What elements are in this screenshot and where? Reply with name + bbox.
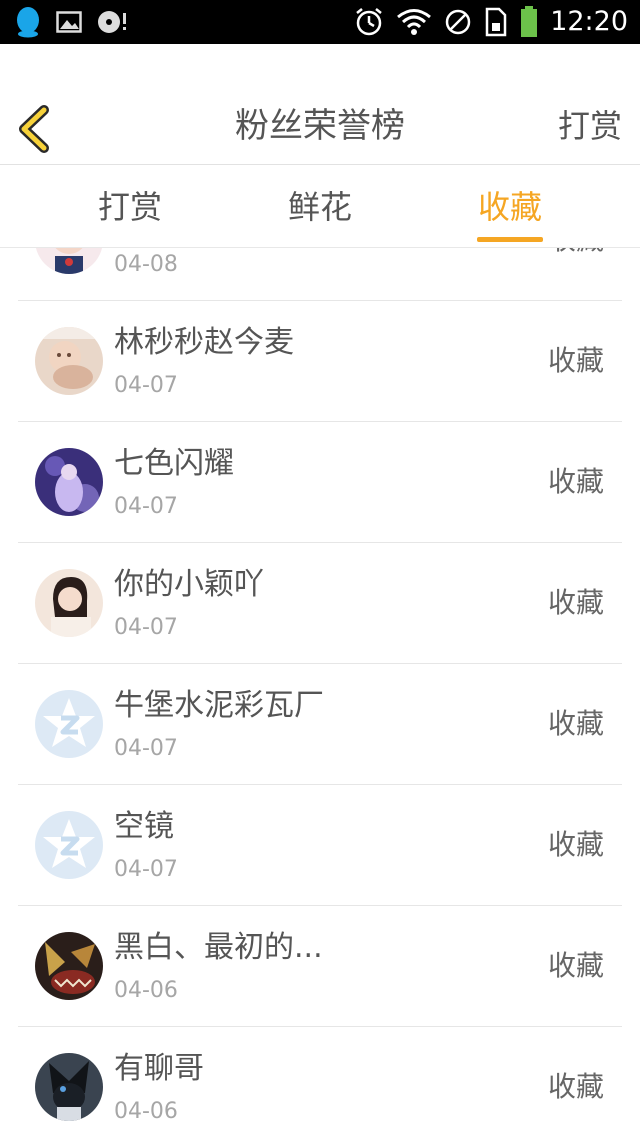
item-date: 04-06	[114, 1099, 178, 1124]
avatar	[35, 448, 103, 516]
item-date: 04-06	[114, 978, 178, 1003]
tab-reward[interactable]: 打赏	[70, 185, 190, 229]
default-avatar-icon	[35, 811, 103, 879]
item-date: 04-07	[114, 615, 178, 640]
avatar	[35, 248, 103, 274]
reward-button[interactable]: 打赏	[558, 104, 622, 148]
media-icon	[98, 11, 126, 33]
item-action: 收藏	[547, 465, 604, 498]
list-item[interactable]: 林秒秒赵今麦 04-07 收藏	[18, 301, 622, 422]
item-date: 04-07	[114, 494, 178, 519]
list-item[interactable]: 你的小颖吖 04-07 收藏	[18, 543, 622, 664]
item-date: 04-07	[114, 857, 178, 882]
user-name: 七色闪耀	[114, 446, 234, 481]
status-right-icons: 12:20	[354, 4, 628, 40]
avatar	[35, 569, 103, 637]
app-header: 粉丝荣誉榜 打赏	[0, 44, 640, 165]
tab-flowers[interactable]: 鲜花	[260, 185, 380, 229]
user-name: 有聊哥	[114, 1051, 204, 1086]
avatar	[35, 932, 103, 1000]
status-bar: 12:20	[0, 0, 640, 44]
tab-favorites[interactable]: 收藏	[450, 185, 570, 229]
item-action: 收藏	[547, 828, 604, 861]
item-date: 04-07	[114, 736, 178, 761]
item-action: 收藏	[548, 248, 604, 260]
list-item[interactable]: 七色闪耀 04-07 收藏	[18, 422, 622, 543]
user-name: 牛堡水泥彩瓦厂	[114, 688, 324, 723]
list-item[interactable]: 04-08 收藏	[18, 248, 622, 301]
item-date: 04-07	[114, 373, 178, 398]
fan-list-content: 04-08 收藏 林秒秒赵今麦 04-07 收藏	[0, 248, 640, 1138]
user-name: 你的小颖吖	[114, 567, 264, 602]
avatar	[35, 1053, 103, 1121]
item-date: 04-08	[114, 252, 178, 277]
item-action: 收藏	[547, 707, 604, 740]
battery-icon	[521, 6, 538, 37]
list-item[interactable]: 有聊哥 04-06 收藏	[18, 1027, 622, 1138]
item-action: 收藏	[547, 586, 604, 619]
image-icon	[56, 11, 82, 33]
status-left-icons	[14, 6, 130, 38]
item-action: 收藏	[547, 949, 604, 982]
alarm-icon	[356, 8, 382, 36]
status-time: 12:20	[550, 6, 628, 37]
tab-bar: 打赏 鲜花 收藏	[0, 165, 640, 248]
block-icon	[445, 9, 471, 35]
user-name: 林秒秒赵今麦	[114, 325, 294, 360]
sim-icon	[485, 7, 507, 37]
item-action: 收藏	[547, 1070, 604, 1103]
item-action: 收藏	[547, 344, 604, 377]
avatar	[35, 327, 103, 395]
default-avatar-icon	[35, 690, 103, 758]
user-name: 空镜	[114, 809, 174, 844]
page-title: 粉丝荣誉榜	[235, 106, 405, 146]
wifi-icon	[397, 9, 432, 35]
fan-list[interactable]: 04-08 收藏 林秒秒赵今麦 04-07 收藏	[0, 248, 640, 1138]
list-item[interactable]: 空镜 04-07 收藏	[18, 785, 622, 906]
list-item[interactable]: 牛堡水泥彩瓦厂 04-07 收藏	[18, 664, 622, 785]
qq-icon	[17, 7, 39, 38]
list-item[interactable]: 黑白、最初的... 04-06 收藏	[18, 906, 622, 1027]
tab-active-indicator	[477, 237, 543, 242]
user-name: 黑白、最初的...	[114, 930, 323, 965]
